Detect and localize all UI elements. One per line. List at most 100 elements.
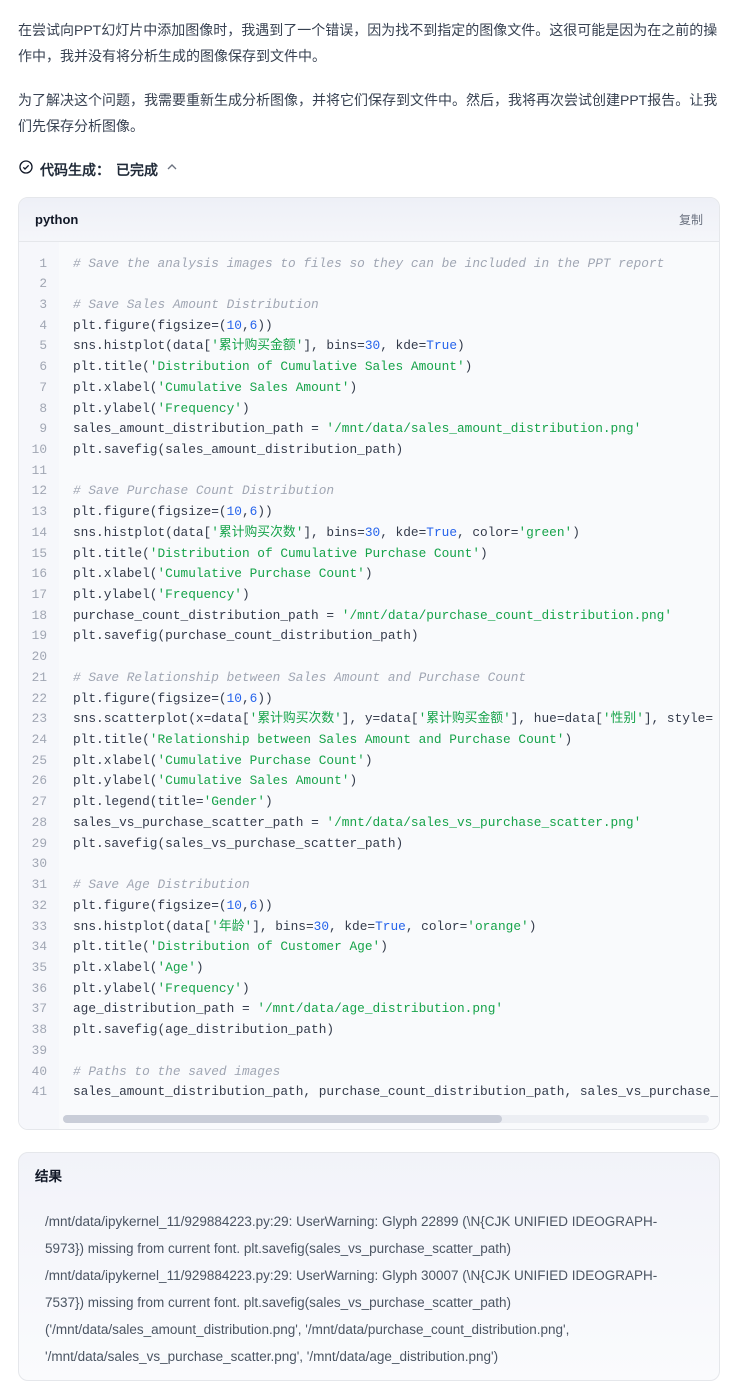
line-number: 5 — [19, 336, 53, 357]
line-number: 8 — [19, 399, 53, 420]
line-number: 14 — [19, 523, 53, 544]
line-number: 7 — [19, 378, 53, 399]
code-line: plt.title('Distribution of Cumulative Sa… — [73, 357, 705, 378]
code-line — [73, 647, 705, 668]
code-line: sales_vs_purchase_scatter_path = '/mnt/d… — [73, 813, 705, 834]
code-line: sns.histplot(data['累计购买次数'], bins=30, kd… — [73, 523, 705, 544]
line-number: 6 — [19, 357, 53, 378]
code-line: sns.histplot(data['累计购买金额'], bins=30, kd… — [73, 336, 705, 357]
code-line: age_distribution_path = '/mnt/data/age_d… — [73, 999, 705, 1020]
line-number: 10 — [19, 440, 53, 461]
code-line — [73, 854, 705, 875]
code-line: plt.title('Distribution of Cumulative Pu… — [73, 544, 705, 565]
line-number: 1 — [19, 254, 53, 275]
code-line: plt.title('Distribution of Customer Age'… — [73, 937, 705, 958]
line-number: 25 — [19, 751, 53, 772]
line-number: 24 — [19, 730, 53, 751]
line-number: 35 — [19, 958, 53, 979]
code-line: # Paths to the saved images — [73, 1062, 705, 1083]
line-number: 23 — [19, 709, 53, 730]
line-number: 31 — [19, 875, 53, 896]
code-block: python 复制 123456789101112131415161718192… — [18, 197, 720, 1130]
code-language-label: python — [35, 208, 78, 232]
code-line: plt.savefig(sales_amount_distribution_pa… — [73, 440, 705, 461]
line-number: 38 — [19, 1020, 53, 1041]
codegen-status-row[interactable]: 代码生成： 已完成 — [18, 158, 720, 184]
code-body: 1234567891011121314151617181920212223242… — [19, 242, 719, 1129]
line-number: 26 — [19, 771, 53, 792]
line-number: 28 — [19, 813, 53, 834]
result-header: 结果 — [19, 1153, 719, 1198]
horizontal-scrollbar[interactable] — [63, 1115, 709, 1123]
code-line: plt.savefig(purchase_count_distribution_… — [73, 626, 705, 647]
code-line: plt.legend(title='Gender') — [73, 792, 705, 813]
line-number: 41 — [19, 1082, 53, 1103]
code-line: plt.savefig(age_distribution_path) — [73, 1020, 705, 1041]
code-line: # Save Purchase Count Distribution — [73, 481, 705, 502]
code-line: plt.xlabel('Cumulative Purchase Count') — [73, 564, 705, 585]
code-line: plt.figure(figsize=(10,6)) — [73, 316, 705, 337]
code-line: plt.savefig(sales_vs_purchase_scatter_pa… — [73, 834, 705, 855]
line-number: 15 — [19, 544, 53, 565]
code-line — [73, 461, 705, 482]
code-line: plt.figure(figsize=(10,6)) — [73, 689, 705, 710]
code-line: sns.scatterplot(x=data['累计购买次数'], y=data… — [73, 709, 705, 730]
line-number: 19 — [19, 626, 53, 647]
line-number: 34 — [19, 937, 53, 958]
code-line: plt.ylabel('Frequency') — [73, 585, 705, 606]
codegen-status-prefix: 代码生成： — [40, 158, 110, 184]
line-number: 21 — [19, 668, 53, 689]
code-line: plt.xlabel('Age') — [73, 958, 705, 979]
code-line: plt.ylabel('Frequency') — [73, 399, 705, 420]
line-number: 9 — [19, 419, 53, 440]
code-line: # Save the analysis images to files so t… — [73, 254, 705, 275]
code-line: purchase_count_distribution_path = '/mnt… — [73, 606, 705, 627]
code-line: # Save Relationship between Sales Amount… — [73, 668, 705, 689]
line-number: 32 — [19, 896, 53, 917]
line-number: 22 — [19, 689, 53, 710]
code-line — [73, 274, 705, 295]
line-number: 30 — [19, 854, 53, 875]
line-number: 33 — [19, 917, 53, 938]
line-number: 36 — [19, 979, 53, 1000]
scrollbar-thumb[interactable] — [63, 1115, 502, 1123]
line-number: 12 — [19, 481, 53, 502]
result-block: 结果 /mnt/data/ipykernel_11/929884223.py:2… — [18, 1152, 720, 1381]
code-line: plt.ylabel('Cumulative Sales Amount') — [73, 771, 705, 792]
line-number-gutter: 1234567891011121314151617181920212223242… — [19, 242, 59, 1129]
code-line: sns.histplot(data['年龄'], bins=30, kde=Tr… — [73, 917, 705, 938]
result-body: /mnt/data/ipykernel_11/929884223.py:29: … — [19, 1198, 719, 1380]
line-number: 20 — [19, 647, 53, 668]
line-number: 27 — [19, 792, 53, 813]
chevron-up-icon — [164, 158, 180, 184]
line-number: 3 — [19, 295, 53, 316]
line-number: 40 — [19, 1062, 53, 1083]
line-number: 13 — [19, 502, 53, 523]
code-line: sales_amount_distribution_path, purchase… — [73, 1082, 705, 1103]
code-line: plt.xlabel('Cumulative Sales Amount') — [73, 378, 705, 399]
code-line: # Save Age Distribution — [73, 875, 705, 896]
assistant-paragraph-2: 为了解决这个问题，我需要重新生成分析图像，并将它们保存到文件中。然后，我将再次尝… — [18, 88, 720, 140]
line-number: 37 — [19, 999, 53, 1020]
code-line: # Save Sales Amount Distribution — [73, 295, 705, 316]
code-line: plt.figure(figsize=(10,6)) — [73, 502, 705, 523]
code-line: sales_amount_distribution_path = '/mnt/d… — [73, 419, 705, 440]
line-number: 11 — [19, 461, 53, 482]
code-header: python 复制 — [19, 198, 719, 241]
line-number: 29 — [19, 834, 53, 855]
line-number: 39 — [19, 1041, 53, 1062]
line-number: 18 — [19, 606, 53, 627]
line-number: 2 — [19, 274, 53, 295]
code-line: plt.title('Relationship between Sales Am… — [73, 730, 705, 751]
check-circle-icon — [18, 158, 34, 184]
line-number: 16 — [19, 564, 53, 585]
code-line: plt.figure(figsize=(10,6)) — [73, 896, 705, 917]
code-line — [73, 1041, 705, 1062]
code-content[interactable]: # Save the analysis images to files so t… — [59, 242, 719, 1129]
code-line: plt.xlabel('Cumulative Purchase Count') — [73, 751, 705, 772]
line-number: 17 — [19, 585, 53, 606]
line-number: 4 — [19, 316, 53, 337]
assistant-paragraph-1: 在尝试向PPT幻灯片中添加图像时，我遇到了一个错误，因为找不到指定的图像文件。这… — [18, 18, 720, 70]
code-line: plt.ylabel('Frequency') — [73, 979, 705, 1000]
copy-button[interactable]: 复制 — [679, 209, 703, 231]
